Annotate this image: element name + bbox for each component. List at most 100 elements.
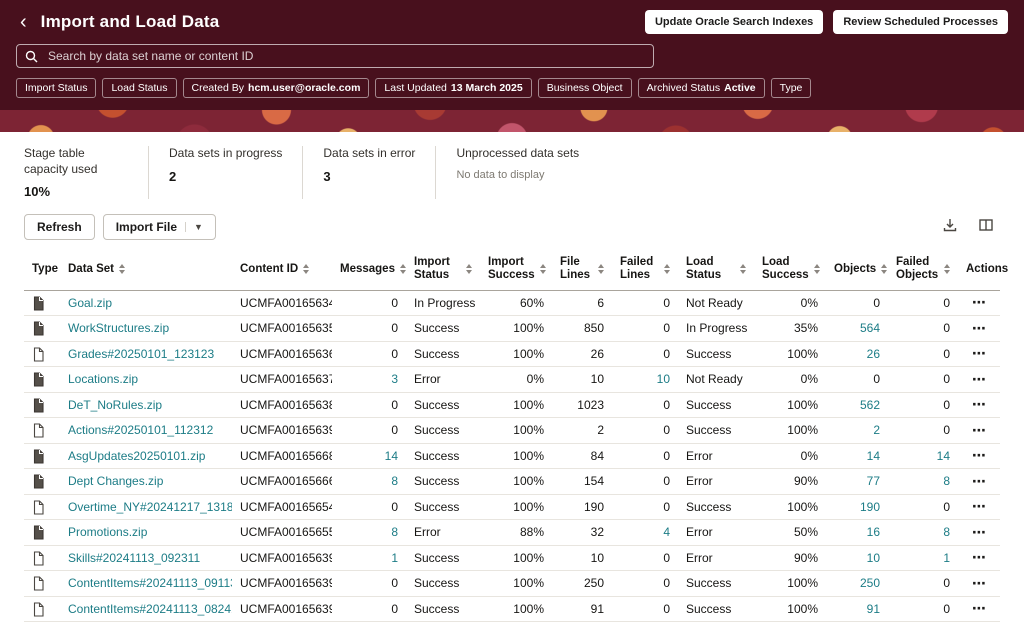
drilldown-link[interactable]: 1 [943,551,950,565]
data-set-link[interactable]: Goal.zip [68,296,112,310]
drilldown-link[interactable]: 10 [657,372,670,386]
drilldown-link[interactable]: 1 [391,551,398,565]
row-actions-button[interactable]: ⋯ [966,573,993,594]
drilldown-link[interactable]: 8 [391,525,398,539]
drilldown-link[interactable]: 250 [860,576,880,590]
sort-icon[interactable] [740,264,746,274]
drilldown-link[interactable]: 8 [943,525,950,539]
column-header-content-id[interactable]: Content ID [232,250,332,290]
cell-text: 100% [787,398,818,412]
data-set-link[interactable]: Actions#20250101_112312 [68,423,213,437]
column-header-import-success[interactable]: Import Success [480,250,552,290]
data-set-link[interactable]: Promotions.zip [68,525,147,539]
drilldown-link[interactable]: 2 [873,423,880,437]
row-actions-button[interactable]: ⋯ [966,343,993,364]
row-actions-button[interactable]: ⋯ [966,522,993,543]
manage-columns-button[interactable] [972,213,1000,240]
data-set-link[interactable]: Grades#20250101_123123 [68,347,214,361]
review-scheduled-processes-button[interactable]: Review Scheduled Processes [833,10,1008,34]
row-actions-button[interactable]: ⋯ [966,445,993,466]
sort-icon[interactable] [664,264,670,274]
cell-text: Success [686,500,731,514]
drilldown-link[interactable]: 26 [867,347,880,361]
row-actions-button[interactable]: ⋯ [966,496,993,517]
drilldown-link[interactable]: 190 [860,500,880,514]
cell-objects: 77 [826,469,888,495]
search-bar[interactable] [16,44,654,68]
drilldown-link[interactable]: 91 [867,602,880,616]
drilldown-link[interactable]: 77 [867,474,880,488]
filter-chip-created-by[interactable]: Created Byhcm.user@oracle.com [183,78,370,98]
divider [302,146,303,199]
decorative-banner [0,110,1024,132]
data-set-link[interactable]: Overtime_NY#20241217_131841 [68,500,232,514]
row-actions-button[interactable]: ⋯ [966,420,993,441]
drilldown-link[interactable]: 564 [860,321,880,335]
data-set-link[interactable]: Dept Changes.zip [68,474,163,488]
data-set-link[interactable]: Locations.zip [68,372,138,386]
column-header-objects[interactable]: Objects [826,250,888,290]
column-header-messages[interactable]: Messages [332,250,406,290]
filter-chip-value: hcm.user@oracle.com [248,82,360,94]
drilldown-link[interactable]: 14 [937,449,950,463]
column-header-file-lines[interactable]: File Lines [552,250,612,290]
filter-chip-import-status[interactable]: Import Status [16,78,96,98]
download-button[interactable] [936,213,964,240]
filter-chip-business-object[interactable]: Business Object [538,78,632,98]
row-actions-button[interactable]: ⋯ [966,471,993,492]
sort-icon[interactable] [814,264,820,274]
sort-icon[interactable] [466,264,472,274]
column-header-load-success[interactable]: Load Success [754,250,826,290]
filter-chip-last-updated[interactable]: Last Updated13 March 2025 [375,78,531,98]
row-actions-button[interactable]: ⋯ [966,394,993,415]
back-button[interactable]: ‹ [16,12,31,32]
data-set-link[interactable]: DeT_NoRules.zip [68,398,162,412]
sort-icon[interactable] [881,264,887,274]
data-set-link[interactable]: Skills#20241113_092311 [68,551,200,565]
cell-type [24,367,60,393]
drilldown-link[interactable]: 4 [663,525,670,539]
column-header-load-status[interactable]: Load Status [678,250,754,290]
row-actions-button[interactable]: ⋯ [966,318,993,339]
drilldown-link[interactable]: 14 [385,449,398,463]
cell-messages: 0 [332,290,406,316]
column-header-failed-lines[interactable]: Failed Lines [612,250,678,290]
drilldown-link[interactable]: 16 [867,525,880,539]
sort-icon[interactable] [944,264,950,274]
row-actions-button[interactable]: ⋯ [966,292,993,313]
drilldown-link[interactable]: 8 [943,474,950,488]
drilldown-link[interactable]: 14 [867,449,880,463]
data-set-link[interactable]: ContentItems#20241113_091132 [68,576,232,590]
cell-failed-lines: 0 [612,418,678,444]
sort-icon[interactable] [540,264,546,274]
row-actions-button[interactable]: ⋯ [966,369,993,390]
cell-file-lines: 1023 [552,392,612,418]
drilldown-link[interactable]: 3 [391,372,398,386]
refresh-button[interactable]: Refresh [24,214,95,240]
sort-icon[interactable] [119,264,125,274]
cell-file-lines: 10 [552,545,612,571]
filter-chip-type[interactable]: Type [771,78,812,98]
sort-icon[interactable] [400,264,406,274]
filter-chip-archived-status[interactable]: Archived StatusActive [638,78,765,98]
row-actions-button[interactable]: ⋯ [966,547,993,568]
column-header-failed-objects[interactable]: Failed Objects [888,250,958,290]
data-set-link[interactable]: AsgUpdates20250101.zip [68,449,205,463]
import-file-button[interactable]: Import File ▼ [103,214,216,240]
main-content: Stage table capacity used10%Data sets in… [0,132,1024,622]
row-actions-button[interactable]: ⋯ [966,598,993,619]
filter-chip-load-status[interactable]: Load Status [102,78,176,98]
column-header-import-status[interactable]: Import Status [406,250,480,290]
update-oracle-search-indexes-button[interactable]: Update Oracle Search Indexes [645,10,823,34]
drilldown-link[interactable]: 562 [860,398,880,412]
search-input[interactable] [46,48,645,64]
column-header-data-set[interactable]: Data Set [60,250,232,290]
sort-icon[interactable] [598,264,604,274]
drilldown-link[interactable]: 8 [391,474,398,488]
cell-type [24,341,60,367]
data-set-link[interactable]: WorkStructures.zip [68,321,169,335]
data-set-link[interactable]: ContentItems#20241113_082411 [68,602,232,616]
sort-icon[interactable] [303,264,309,274]
cell-text: 32 [591,525,604,539]
drilldown-link[interactable]: 10 [867,551,880,565]
